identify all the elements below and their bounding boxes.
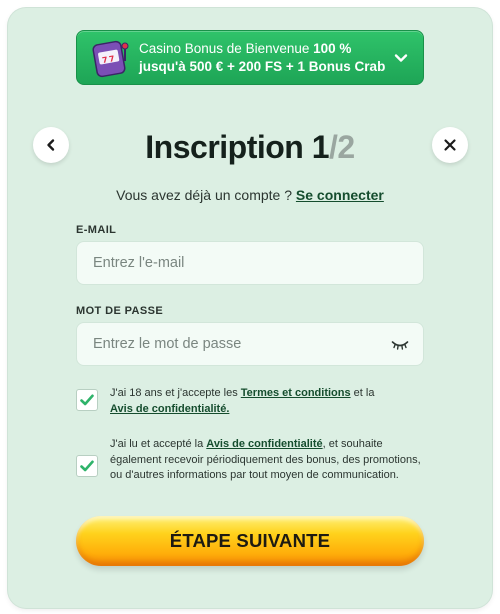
close-button[interactable] bbox=[432, 127, 468, 163]
marketing-checkbox[interactable] bbox=[76, 455, 98, 477]
checkmark-icon bbox=[80, 394, 94, 406]
login-link[interactable]: Se connecter bbox=[296, 187, 384, 203]
marketing-text-1: J'ai lu et accepté la bbox=[110, 438, 207, 450]
terms-consent-row: J'ai 18 ans et j'accepte les Termes et c… bbox=[76, 386, 424, 417]
step-current: 1 bbox=[311, 129, 330, 165]
password-label: MOT DE PASSE bbox=[76, 305, 164, 317]
bonus-line-1: Casino Bonus de Bienvenue 100 % bbox=[139, 40, 352, 56]
terms-consent-text: J'ai 18 ans et j'accepte les Termes et c… bbox=[110, 386, 374, 417]
registration-modal: 7 7 Casino Bonus de Bienvenue 100 % jusq… bbox=[8, 8, 492, 608]
password-placeholder: Entrez le mot de passe bbox=[93, 336, 242, 352]
marketing-privacy-link[interactable]: Avis de confidentialité bbox=[206, 438, 322, 450]
close-icon bbox=[444, 139, 456, 151]
password-field[interactable]: Entrez le mot de passe bbox=[76, 322, 424, 366]
marketing-consent-row: J'ai lu et accepté la Avis de confidenti… bbox=[76, 438, 424, 484]
email-label: E-MAIL bbox=[76, 224, 117, 236]
email-field[interactable]: Entrez l'e-mail bbox=[76, 241, 424, 285]
terms-link[interactable]: Termes et conditions bbox=[241, 387, 351, 399]
welcome-bonus-banner[interactable]: 7 7 Casino Bonus de Bienvenue 100 % jusq… bbox=[76, 30, 424, 85]
terms-text-1: J'ai 18 ans et j'accepte les bbox=[110, 387, 241, 399]
step-total: 2 bbox=[337, 129, 355, 165]
marketing-consent-text: J'ai lu et accepté la Avis de confidenti… bbox=[110, 437, 424, 484]
login-prompt-text: Vous avez déjà un compte ? bbox=[116, 187, 296, 203]
terms-checkbox[interactable] bbox=[76, 389, 98, 411]
next-step-button[interactable]: ÉTAPE SUIVANTE bbox=[76, 516, 424, 566]
checkmark-icon bbox=[80, 460, 94, 472]
chevron-down-icon[interactable] bbox=[393, 50, 409, 66]
eye-closed-icon[interactable] bbox=[391, 340, 409, 350]
privacy-link[interactable]: Avis de confidentialité. bbox=[110, 403, 229, 415]
bonus-line-2: jusqu'à 500 € + 200 FS + 1 Bonus Crab bbox=[139, 58, 386, 74]
email-placeholder: Entrez l'e-mail bbox=[93, 255, 185, 271]
login-prompt: Vous avez déjà un compte ? Se connecter bbox=[8, 187, 492, 203]
page-title: Inscription 1/2 bbox=[8, 129, 492, 166]
terms-text-2: et la bbox=[350, 387, 375, 399]
title-text: Inscription bbox=[145, 129, 304, 165]
slot-machine-icon: 7 7 bbox=[91, 37, 131, 79]
